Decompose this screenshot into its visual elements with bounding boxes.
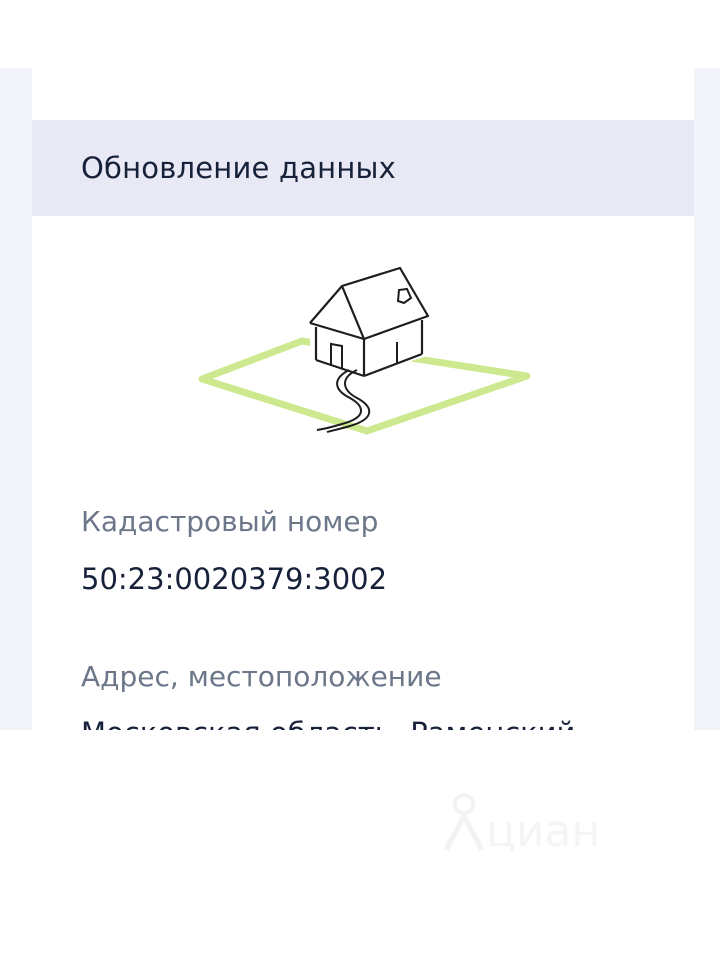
card-top-spacer [32,68,694,120]
page-margin-left [0,68,32,730]
property-card: Обновление данных Кадастровый номер 50:2… [32,68,694,730]
cian-logo-icon [443,793,485,852]
section-title: Обновление данных [81,151,396,185]
house-on-plot-icon [198,266,531,435]
address-value: Московская область, Раменский [81,716,575,730]
cadastral-number-value: 50:23:0020379:3002 [81,562,388,596]
page-margin-right [694,68,720,730]
address-label: Адрес, местоположение [81,660,442,693]
page: Обновление данных Кадастровый номер 50:2… [0,0,720,960]
screenshot-area: Обновление данных Кадастровый номер 50:2… [0,68,720,730]
watermark-text: циан [486,806,601,857]
cadastral-number-label: Кадастровый номер [81,505,379,538]
section-header: Обновление данных [32,120,694,216]
cian-watermark: циан [440,790,650,860]
